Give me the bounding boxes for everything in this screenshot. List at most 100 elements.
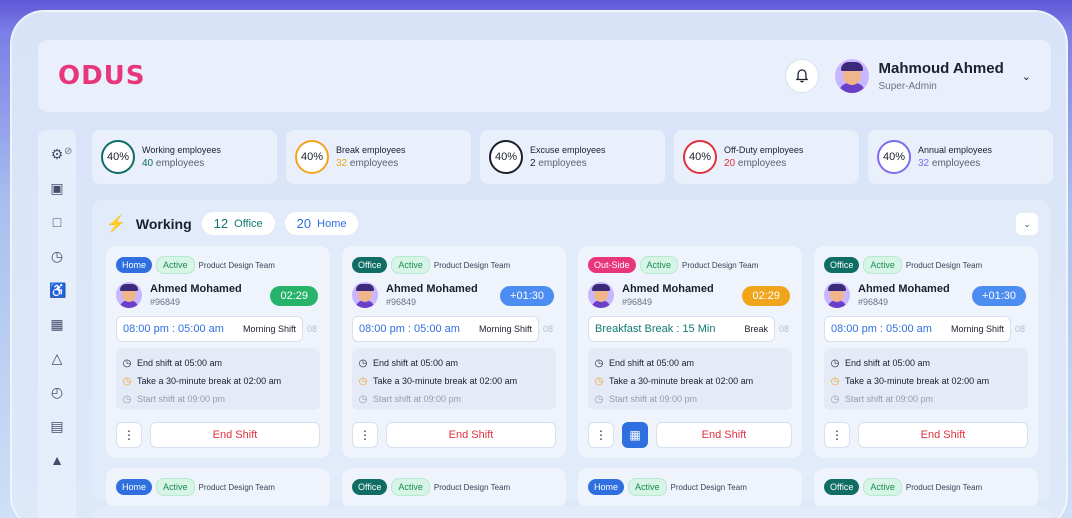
stat-unit: employees bbox=[349, 158, 399, 169]
bank-icon[interactable]: ▲ bbox=[49, 452, 65, 468]
end-shift-button[interactable]: End Shift bbox=[150, 422, 320, 448]
stat-break[interactable]: 40% Break employees 32 employees bbox=[286, 130, 471, 184]
location-tag: Home bbox=[116, 479, 153, 495]
working-panel: ⚡ Working 12 Office 20 Home ⌄ Home Activ… bbox=[92, 200, 1050, 508]
avatar bbox=[824, 282, 850, 308]
shift-selector[interactable]: Breakfast Break : 15 Min Break bbox=[588, 316, 775, 342]
home-filter-pill[interactable]: 20 Home bbox=[284, 212, 359, 235]
employee-id: #96849 bbox=[150, 297, 181, 307]
calendar-icon[interactable]: ▣ bbox=[49, 180, 65, 196]
clock-icon[interactable]: ◴ bbox=[49, 384, 65, 400]
more-options-icon[interactable]: ⋮ bbox=[824, 422, 850, 448]
employee-card: Office Active Product Design Team Ahmed … bbox=[342, 246, 566, 458]
team-name: Product Design Team bbox=[198, 260, 275, 270]
notification-bell-icon[interactable] bbox=[784, 59, 819, 93]
stat-label: Working employees bbox=[142, 145, 221, 155]
employee-card: Office Active Product Design Team bbox=[342, 468, 566, 508]
more-options-icon[interactable]: ⋮ bbox=[116, 422, 142, 448]
stat-working[interactable]: 40% Working employees 40 employees bbox=[92, 130, 277, 184]
more-options-icon[interactable]: ⋮ bbox=[352, 422, 378, 448]
location-tag: Office bbox=[352, 257, 388, 273]
map-icon[interactable]: ▦ bbox=[622, 422, 648, 448]
shift-name: Morning Shift bbox=[950, 324, 1004, 334]
stat-label: Break employees bbox=[336, 145, 406, 155]
team-name: Product Design Team bbox=[682, 260, 759, 270]
shift-time: 08:00 pm : 05:00 am bbox=[123, 323, 224, 335]
progress-ring: 40% bbox=[489, 140, 523, 174]
office-filter-pill[interactable]: 12 Office bbox=[201, 212, 275, 235]
stat-count: 40 bbox=[142, 158, 154, 169]
location-tag: Office bbox=[824, 257, 860, 273]
status-badge: Active bbox=[863, 478, 902, 496]
office-count: 12 bbox=[213, 216, 229, 231]
event-text: Start shift at 09:00 pm bbox=[609, 394, 698, 404]
shift-selector[interactable]: 08:00 pm : 05:00 am Morning Shift bbox=[352, 316, 539, 342]
shift-selector[interactable]: 08:00 pm : 05:00 am Morning Shift bbox=[824, 316, 1011, 342]
stat-label: Excuse employees bbox=[530, 145, 606, 155]
employee-id: #96849 bbox=[386, 297, 417, 307]
status-badge: Active bbox=[639, 256, 679, 274]
documents-icon[interactable]: ▦ bbox=[49, 316, 65, 332]
team-name: Product Design Team bbox=[433, 260, 511, 270]
stat-count: 2 bbox=[530, 158, 536, 169]
event-text: End shift at 05:00 am bbox=[137, 358, 223, 368]
event-text: End shift at 05:00 am bbox=[373, 358, 459, 368]
event-list: ◷ End shift at 05:00 am ◷ Take a 30-minute… bbox=[824, 348, 1028, 410]
avatar bbox=[116, 282, 142, 308]
end-shift-button[interactable]: End Shift bbox=[656, 422, 792, 448]
stat-annual[interactable]: 40% Annual employees 32 employees bbox=[868, 130, 1053, 184]
shift-selector[interactable]: 08:00 pm : 05:00 am Morning Shift bbox=[116, 316, 303, 342]
chat-icon[interactable]: □ bbox=[49, 214, 65, 230]
end-shift-button[interactable]: End Shift bbox=[386, 422, 556, 448]
event-list: ◷ End shift at 05:00 am ◷ Take a 30-minute… bbox=[588, 348, 792, 410]
chevron-down-icon[interactable]: ⌄ bbox=[1022, 70, 1031, 83]
stat-off-duty[interactable]: 40% Off-Duty employees 20 employees bbox=[674, 130, 859, 184]
employee-card: Home Active Product Design Team bbox=[106, 468, 330, 508]
accessibility-icon[interactable]: ♿ bbox=[49, 282, 66, 298]
sidebar: ⚙ ▣ □ ◷ ♿ ▦ △ ◴ ▤ ▲ bbox=[38, 130, 76, 518]
location-tag: Office bbox=[352, 479, 388, 495]
timer-icon[interactable]: ◷ bbox=[49, 248, 65, 264]
event-list: ◷ End shift at 05:00 am ◷ Take a 30-minute… bbox=[352, 348, 556, 410]
collapse-sidebar-icon[interactable]: ⊘ bbox=[64, 146, 72, 157]
avatar bbox=[588, 282, 614, 308]
start-clock-icon: ◷ bbox=[830, 393, 840, 405]
start-clock-icon: ◷ bbox=[122, 393, 132, 405]
break-clock-icon: ◷ bbox=[830, 375, 840, 387]
stat-label: Off-Duty employees bbox=[724, 145, 804, 155]
employee-card: Home Active Product Design Team Ahmed Mo… bbox=[106, 246, 330, 458]
status-badge: Active bbox=[391, 256, 430, 274]
chevron-down-icon[interactable]: ⌄ bbox=[1016, 213, 1038, 235]
stat-excuse[interactable]: 40% Excuse employees 2 employees bbox=[480, 130, 665, 184]
stat-unit: employees bbox=[931, 158, 981, 169]
event-text: Take a 30-minute break at 02:00 am bbox=[609, 376, 754, 386]
car-icon[interactable]: ▤ bbox=[49, 418, 65, 434]
employee-card: Office Active Product Design Team bbox=[814, 468, 1038, 508]
more-options-icon[interactable]: ⋮ bbox=[588, 422, 614, 448]
employee-card: Home Active Product Design Team bbox=[578, 468, 802, 508]
team-name: Product Design Team bbox=[905, 260, 983, 270]
employee-card: Out-Side Active Product Design Team Ahme… bbox=[578, 246, 802, 458]
shift-name: Morning Shift bbox=[242, 324, 296, 334]
team-name: Product Design Team bbox=[198, 482, 275, 492]
settings-icon[interactable]: ⚙ bbox=[49, 146, 65, 162]
shift-more: 08 bbox=[1014, 324, 1025, 334]
end-shift-button[interactable]: End Shift bbox=[858, 422, 1028, 448]
employee-card: Office Active Product Design Team Ahmed … bbox=[814, 246, 1038, 458]
user-avatar bbox=[834, 59, 869, 93]
bag-icon[interactable]: △ bbox=[49, 350, 65, 366]
employee-name: Ahmed Mohamed bbox=[622, 283, 714, 295]
timer-badge: 02:29 bbox=[742, 286, 790, 306]
break-clock-icon: ◷ bbox=[122, 375, 132, 387]
stat-count: 20 bbox=[724, 158, 736, 169]
status-badge: Active bbox=[156, 256, 195, 274]
home-label: Home bbox=[317, 217, 347, 230]
stat-unit: employees bbox=[155, 158, 205, 169]
event-text: End shift at 05:00 am bbox=[845, 358, 931, 368]
logo[interactable]: ODUS bbox=[58, 61, 146, 91]
event-text: Start shift at 09:00 pm bbox=[845, 394, 934, 404]
clock-icon: ◷ bbox=[358, 357, 368, 369]
user-menu[interactable]: Mahmoud Ahmed Super-Admin ⌄ bbox=[834, 59, 1031, 93]
stat-unit: employees bbox=[737, 158, 787, 169]
status-badge: Active bbox=[863, 256, 902, 274]
